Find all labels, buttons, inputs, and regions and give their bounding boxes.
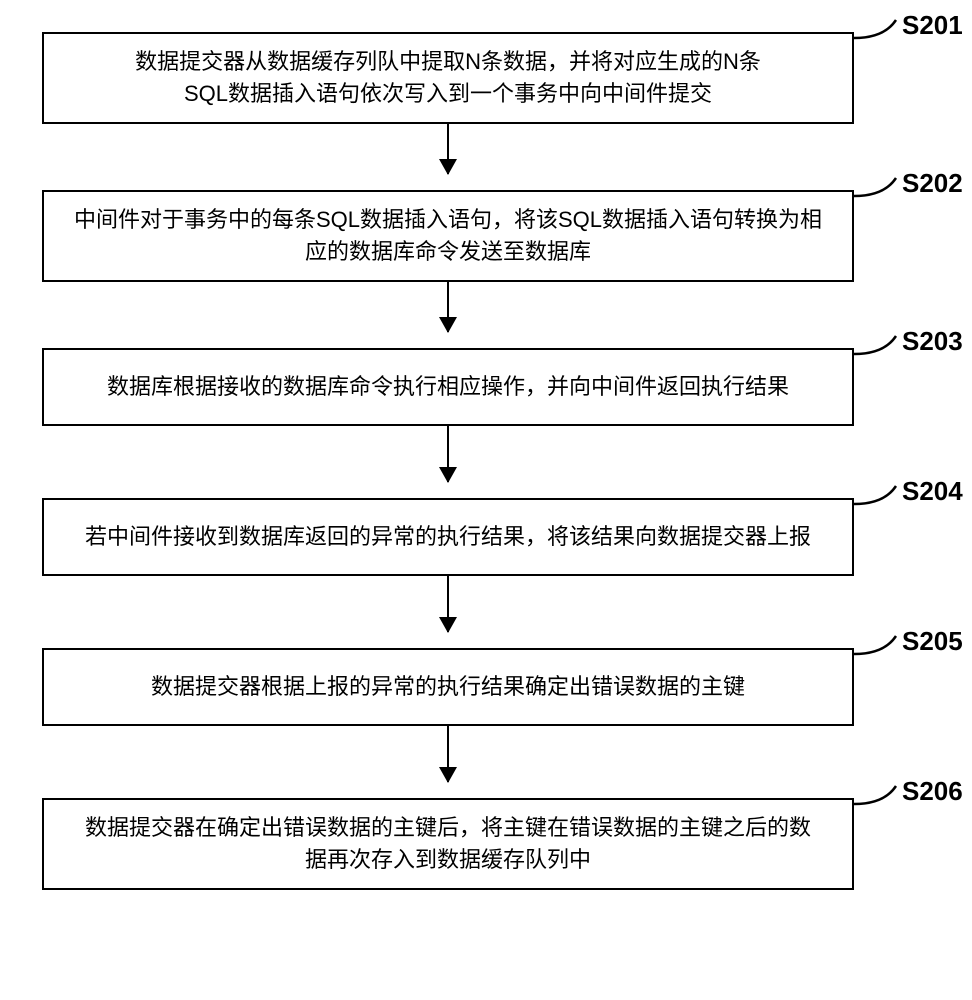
step-text: 中间件对于事务中的每条SQL数据插入语句，将该SQL数据插入语句转换为相应的数据…	[74, 204, 822, 268]
step-label-s201: S201	[902, 10, 963, 41]
step-text: 数据提交器根据上报的异常的执行结果确定出错误数据的主键	[151, 671, 745, 703]
step-text: 数据提交器在确定出错误数据的主键后，将主键在错误数据的主键之后的数据再次存入到数…	[85, 812, 811, 876]
step-label-s203: S203	[902, 326, 963, 357]
arrow-4	[447, 576, 449, 632]
step-text: 数据提交器从数据缓存列队中提取N条数据，并将对应生成的N条SQL数据插入语句依次…	[135, 46, 761, 110]
step-box-s206: 数据提交器在确定出错误数据的主键后，将主键在错误数据的主键之后的数据再次存入到数…	[42, 798, 854, 890]
step-label-s202: S202	[902, 168, 963, 199]
arrow-3	[447, 426, 449, 482]
step-box-s202: 中间件对于事务中的每条SQL数据插入语句，将该SQL数据插入语句转换为相应的数据…	[42, 190, 854, 282]
arrow-2	[447, 282, 449, 332]
step-label-s205: S205	[902, 626, 963, 657]
step-text: 若中间件接收到数据库返回的异常的执行结果，将该结果向数据提交器上报	[85, 521, 811, 553]
step-text: 数据库根据接收的数据库命令执行相应操作，并向中间件返回执行结果	[107, 371, 789, 403]
step-box-s205: 数据提交器根据上报的异常的执行结果确定出错误数据的主键	[42, 648, 854, 726]
step-box-s203: 数据库根据接收的数据库命令执行相应操作，并向中间件返回执行结果	[42, 348, 854, 426]
step-label-s204: S204	[902, 476, 963, 507]
flowchart-canvas: 数据提交器从数据缓存列队中提取N条数据，并将对应生成的N条SQL数据插入语句依次…	[0, 0, 972, 1000]
step-box-s201: 数据提交器从数据缓存列队中提取N条数据，并将对应生成的N条SQL数据插入语句依次…	[42, 32, 854, 124]
step-label-s206: S206	[902, 776, 963, 807]
arrow-5	[447, 726, 449, 782]
arrow-1	[447, 124, 449, 174]
step-box-s204: 若中间件接收到数据库返回的异常的执行结果，将该结果向数据提交器上报	[42, 498, 854, 576]
